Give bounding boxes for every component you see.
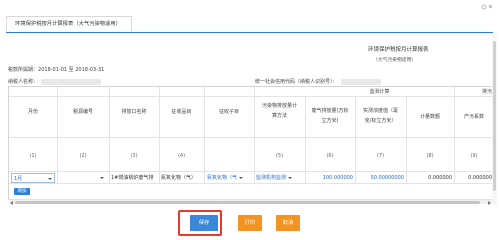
concentration-input[interactable]: 50.00000000 [355,173,404,183]
save-button[interactable]: 保存 [190,215,218,231]
tab-report[interactable]: 环境保护税按月计算报表（大气污染物适用） [6,16,132,32]
taxpayer-name-redacted [41,78,102,85]
header-exhaust-volume: 废气排放量(万标 立方米) [305,108,355,125]
exhaust-volume-input[interactable]: 100.000000 [305,173,353,183]
col-number-5: (5) [275,153,284,159]
horizontal-scroll-thumb[interactable] [15,201,480,204]
header-levy-subitem: 征收子目 [218,109,239,115]
col-number-8: (8) [426,153,434,159]
calc-method-value: 监测机构监测 [256,175,287,181]
taxpayer-label: 纳税人名称： [8,79,39,85]
header-concentration-line1: 实测浓度值（毫 [362,108,398,114]
col-divider [109,87,110,184]
col-divider [406,97,407,184]
month-select[interactable]: 1月 [11,173,55,183]
credit-code: 统一社会信用代码（纳税人识别号）： [255,78,381,85]
chevron-down-icon [100,176,104,179]
period-label: 税款所属期： [8,67,39,73]
month-value: 1月 [14,176,23,182]
header-concentration: 实测浓度值（毫 克/标立方米） [355,108,406,125]
tax-source-no-cell[interactable] [59,173,107,183]
header-outlet-name: 排放口名称 [121,109,147,115]
header-monitor-group: 监测计算 [369,89,390,95]
taxpayer-name: 纳税人名称： [8,78,102,85]
report-table: 月份 税源编号 排放口名称 征收品目 征收子目 污染物排放量计 算方法 监测计算… [8,86,493,200]
scroll-right-icon[interactable] [488,200,491,205]
header-pollution-coef: 产污系数 [463,114,484,120]
print-button[interactable]: 打印 [238,215,262,231]
chevron-down-icon [48,178,52,180]
window-controls[interactable] [481,3,493,11]
tax-period: 税款所属期：2018-01-01 至 2018-03-31 [8,66,104,73]
header-pollution-group: 排污 [481,89,492,95]
levy-item-cell[interactable]: 氮氧化物（气） [161,173,203,183]
chevron-down-icon [288,176,293,179]
header-calc-volume: 计量数额 [419,114,440,120]
scroll-left-icon[interactable] [10,200,13,205]
header-exhaust-volume-line2: 立方米) [321,118,339,124]
refresh-icon[interactable] [481,4,487,10]
col-divider [159,87,160,184]
header-levy-item: 征收品目 [171,109,192,115]
tab-bar: 环境保护税按月计算报表（大气污染物适用） [0,0,499,34]
col-number-9: (9) [470,153,478,159]
vertical-scroll-thumb[interactable] [493,41,496,191]
cancel-button[interactable]: 取消 [276,215,300,231]
report-subtitle: （大气污染物适用） [373,58,417,63]
col-number-3: (3) [130,153,138,159]
tab-underline [6,32,493,33]
header-calc-method: 污染物排放量计 算方法 [254,103,305,120]
chevron-down-icon [239,176,244,179]
col-divider [57,87,58,184]
col-divider [454,87,455,184]
col-number-4: (4) [177,153,186,159]
horizontal-scrollbar[interactable] [9,199,492,205]
header-month: 月份 [27,109,38,115]
col-divider [204,87,205,184]
add-row-button[interactable]: 增加 [14,188,30,195]
vertical-scrollbar[interactable] [492,35,497,205]
coef-cell: 0.000000 [468,175,492,181]
col-number-7: (7) [376,153,385,159]
calc-method-select[interactable]: 监测机构监测 [256,173,304,183]
close-icon[interactable] [488,4,493,9]
header-calc-method-line2: 算方法 [271,113,287,119]
col-divider [254,87,255,184]
report-title: 环境保护税按月计算报表 [368,47,429,53]
calc-volume-cell: 0.000000 [428,175,452,181]
header-calc-method-line1: 污染物排放量计 [261,103,297,109]
credit-code-redacted [340,78,381,85]
period-value: 2018-01-01 至 2018-03-31 [38,67,105,73]
outlet-name-cell[interactable]: 1#燃油锅炉废气排 [111,173,158,183]
col-number-6: (6) [326,153,334,159]
credit-label: 统一社会信用代码（纳税人识别号）： [255,79,338,85]
levy-subitem-select[interactable]: 氮氧化物（气 [207,173,253,183]
header-tax-source-no: 税源编号 [72,109,93,115]
col-number-2: (2) [79,153,87,159]
levy-subitem-value: 氮氧化物（气 [207,175,238,181]
header-concentration-line2: 克/标立方米） [364,118,397,124]
col-number-1: (1) [29,153,37,159]
action-bar: 保存 打印 取消 [0,205,499,240]
header-exhaust-volume-line1: 废气排放量(万标 [311,108,349,114]
